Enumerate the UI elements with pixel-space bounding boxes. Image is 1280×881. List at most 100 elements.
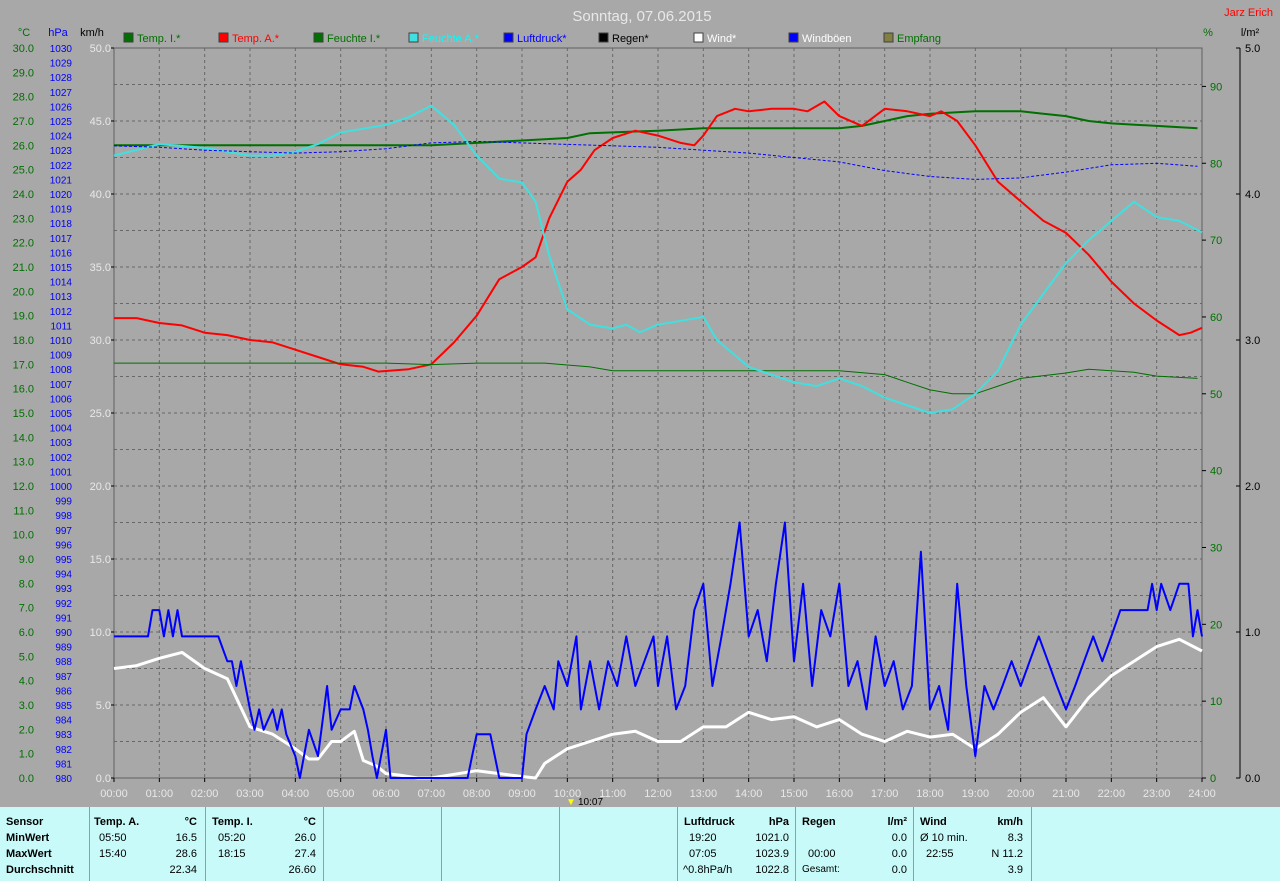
x-tick: 12:00 [644, 788, 672, 800]
pressure-tick: 984 [55, 716, 72, 727]
temp-a-max-time: 15:40 [99, 848, 127, 860]
stats-col-rain: Regen l/m² 0.0 00:00 0.0 Gesamt: 0.0 [795, 807, 914, 881]
rain-tick: 0.0 [1245, 773, 1260, 785]
temp-tick: 8.0 [19, 578, 34, 590]
pressure-tick: 1019 [50, 205, 73, 216]
pressure-tick: 1009 [50, 351, 73, 362]
temp-tick: 16.0 [13, 384, 34, 396]
legend-label: Empfang [897, 33, 941, 45]
temp-a-avg: 22.34 [169, 864, 197, 876]
pressure-tick: 1023 [50, 146, 73, 157]
wind-r1: 8.3 [1007, 832, 1023, 844]
rain-tick: 2.0 [1245, 481, 1260, 493]
temp-tick: 10.0 [13, 530, 34, 542]
pressure-tick: 1022 [50, 161, 73, 172]
stats-row-max: MaxWert [6, 848, 52, 860]
temp-tick: 18.0 [13, 335, 34, 347]
x-tick: 00:00 [100, 788, 128, 800]
legend-label: Temp. I.* [137, 33, 181, 45]
legend-swatch [693, 32, 704, 43]
pressure-tick: 997 [55, 526, 72, 537]
stats-sensor-title: Sensor [6, 816, 44, 828]
legend-swatch [883, 32, 894, 43]
humidity-tick: 0 [1210, 773, 1216, 785]
humidity-tick: 60 [1210, 312, 1222, 324]
pressure-tick: 1024 [50, 132, 73, 143]
pressure-tick: 993 [55, 584, 72, 595]
humidity-tick: 30 [1210, 542, 1222, 554]
humidity-tick: 20 [1210, 619, 1222, 631]
pressure-tick: 1010 [50, 336, 73, 347]
rain-tick: 5.0 [1245, 43, 1260, 55]
rain-tick: 3.0 [1245, 335, 1260, 347]
temp-tick: 1.0 [19, 749, 34, 761]
temp-tick: 24.0 [13, 189, 34, 201]
pressure-current: 1022.8 [755, 864, 789, 876]
humidity-tick: 40 [1210, 466, 1222, 478]
temp-tick: 14.0 [13, 432, 34, 444]
x-tick: 07:00 [418, 788, 446, 800]
pressure-tick: 987 [55, 672, 72, 683]
humidity-tick: 50 [1210, 389, 1222, 401]
unit-wind: km/h [80, 27, 104, 39]
pressure-tick: 986 [55, 686, 72, 697]
pressure-trend: ^0.8hPa/h [683, 864, 733, 876]
pressure-tick: 981 [55, 759, 72, 770]
pressure-max-time: 07:05 [689, 848, 717, 860]
temp-tick: 13.0 [13, 457, 34, 469]
legend-swatch [123, 32, 134, 43]
marker-arrow: ▼ [566, 797, 576, 807]
x-tick: 22:00 [1098, 788, 1126, 800]
temp-tick: 15.0 [13, 408, 34, 420]
wind-tick: 50.0 [90, 43, 111, 55]
stats-col-empty-3 [559, 807, 678, 881]
stats-col-empty-1 [323, 807, 442, 881]
legend-swatch [788, 32, 799, 43]
x-tick: 11:00 [599, 788, 626, 800]
pressure-tick: 1025 [50, 117, 73, 128]
legend-swatch [598, 32, 609, 43]
pressure-tick: 1006 [50, 394, 73, 405]
rain-r2: 0.0 [891, 848, 907, 860]
stats-col-temp-i: Temp. I. °C 05:20 26.0 18:15 27.4 26.60 [205, 807, 324, 881]
unit-humidity: % [1203, 27, 1213, 39]
wind-tick: 35.0 [90, 262, 111, 274]
temp-tick: 2.0 [19, 724, 34, 736]
temp-i-max: 27.4 [294, 848, 316, 860]
wind-r3: 3.9 [1007, 864, 1023, 876]
unit-pressure: hPa [48, 27, 68, 39]
rain-r3: 0.0 [891, 864, 907, 876]
x-tick: 05:00 [327, 788, 355, 800]
pressure-tick: 1020 [50, 190, 73, 201]
temp-i-avg: 26.60 [288, 864, 316, 876]
rain-tick: 1.0 [1245, 627, 1260, 639]
x-tick: 15:00 [780, 788, 808, 800]
pressure-tick: 1028 [50, 73, 73, 84]
x-tick: 13:00 [690, 788, 718, 800]
legend-swatch [503, 32, 514, 43]
x-tick: 03:00 [236, 788, 264, 800]
temp-tick: 6.0 [19, 627, 34, 639]
time-marker: ▼ 10:07 [566, 797, 603, 807]
x-tick: 20:00 [1007, 788, 1035, 800]
marker-label: 10:07 [578, 797, 603, 807]
temp-tick: 30.0 [13, 43, 34, 55]
pressure-tick: 983 [55, 730, 72, 741]
temp-i-title: Temp. I. [212, 816, 253, 828]
wind-tick: 40.0 [90, 189, 111, 201]
temp-tick: 17.0 [13, 359, 34, 371]
x-tick: 16:00 [826, 788, 854, 800]
wind-r2: N 11.2 [991, 848, 1023, 860]
pressure-tick: 999 [55, 497, 72, 508]
pressure-tick: 1030 [50, 44, 73, 55]
pressure-tick: 1005 [50, 409, 73, 420]
temp-tick: 11.0 [13, 505, 34, 517]
temp-tick: 21.0 [13, 262, 34, 274]
legend-label: Feuchte I.* [327, 33, 381, 45]
plot-grid [113, 47, 1203, 779]
temp-tick: 20.0 [13, 286, 34, 298]
x-tick: 24:00 [1188, 788, 1216, 800]
stats-panel: Sensor MinWert MaxWert Durchschnitt Temp… [0, 807, 1280, 881]
temp-tick: 22.0 [13, 238, 34, 250]
wind-title: Wind [920, 816, 947, 828]
